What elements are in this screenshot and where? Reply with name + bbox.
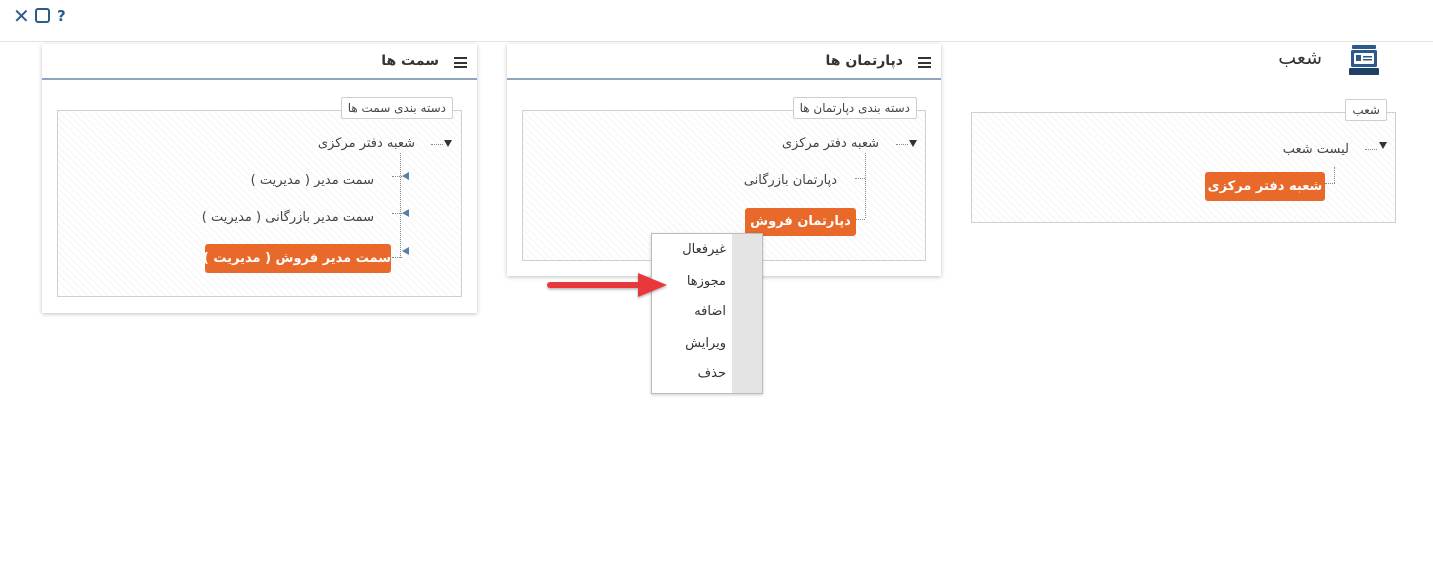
departments-selected-node[interactable]: دپارتمان فروش xyxy=(745,208,856,236)
context-menu-item-deactivate[interactable]: غیرفعال xyxy=(682,242,726,257)
departments-item[interactable]: دپارتمان بازرگانی xyxy=(744,173,837,188)
departments-panel-header: دپارتمان ها xyxy=(507,44,941,80)
positions-item[interactable]: سمت مدیر بازرگانی ( مدیریت ) xyxy=(202,210,374,225)
positions-panel: سمت ها دسته بندی سمت ها شعبه دفتر مرکزی … xyxy=(42,44,477,313)
maximize-icon[interactable] xyxy=(35,8,50,23)
pointer-arrow-icon xyxy=(547,273,667,297)
close-icon[interactable]: ✕ xyxy=(13,6,30,26)
positions-menu-icon[interactable] xyxy=(454,57,467,68)
context-menu: غیرفعال مجوزها اضافه ویرایش حذف xyxy=(651,233,763,394)
positions-item[interactable]: سمت مدیر ( مدیریت ) xyxy=(251,173,374,188)
departments-root-node[interactable]: شعبه دفتر مرکزی xyxy=(782,136,879,151)
positions-tree-box: دسته بندی سمت ها شعبه دفتر مرکزی سمت مدی… xyxy=(57,97,462,297)
page-title-label: شعب xyxy=(1278,47,1322,69)
positions-item-toggle-icon[interactable] xyxy=(402,209,409,217)
page-title: شعب xyxy=(1270,44,1380,78)
positions-legend: دسته بندی سمت ها xyxy=(340,97,453,119)
top-bar: ✕ ? xyxy=(0,0,1433,42)
branches-panel: شعب لیست شعب شعبه دفتر مرکزی xyxy=(971,99,1396,223)
positions-panel-header: سمت ها xyxy=(42,44,477,80)
departments-menu-icon[interactable] xyxy=(918,57,931,68)
branches-root-toggle-icon[interactable] xyxy=(1379,142,1387,149)
departments-panel-title: دپارتمان ها xyxy=(825,53,903,69)
positions-panel-title: سمت ها xyxy=(381,53,439,69)
positions-selected-node[interactable]: سمت مدیر فروش ( مدیریت ) xyxy=(203,244,391,273)
positions-root-toggle-icon[interactable] xyxy=(444,140,452,147)
positions-item-toggle-icon[interactable] xyxy=(402,247,409,255)
context-menu-icon-strip xyxy=(732,234,762,393)
context-menu-item-permissions[interactable]: مجوزها xyxy=(687,274,726,289)
context-menu-item-add[interactable]: اضافه xyxy=(694,304,726,319)
context-menu-item-edit[interactable]: ویرایش xyxy=(685,336,726,351)
positions-item-toggle-icon[interactable] xyxy=(402,172,409,180)
positions-root-node[interactable]: شعبه دفتر مرکزی xyxy=(318,136,415,151)
departments-root-toggle-icon[interactable] xyxy=(909,140,917,147)
branches-root-node[interactable]: لیست شعب xyxy=(1283,142,1349,157)
help-icon[interactable]: ? xyxy=(57,6,66,26)
context-menu-item-delete[interactable]: حذف xyxy=(698,366,726,381)
branches-legend: شعب xyxy=(1345,99,1387,121)
branches-selected-node[interactable]: شعبه دفتر مرکزی xyxy=(1205,172,1325,201)
departments-legend: دسته بندی دپارتمان ها xyxy=(792,97,917,119)
branch-icon xyxy=(1349,45,1379,75)
